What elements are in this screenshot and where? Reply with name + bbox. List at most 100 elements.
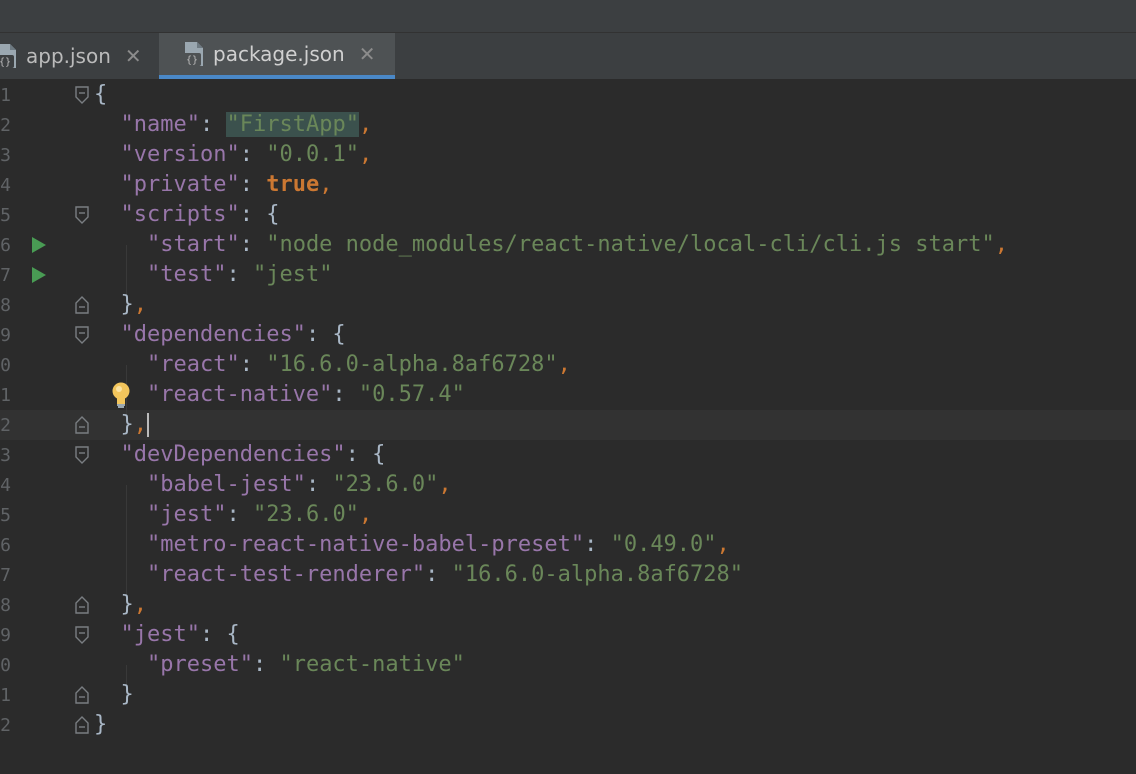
json-string: "23.6.0" bbox=[332, 472, 439, 497]
line-number: 2 bbox=[0, 415, 11, 436]
json-string: "0.57.4" bbox=[358, 382, 465, 407]
line-number: 8 bbox=[0, 295, 11, 316]
json-string: "jest" bbox=[252, 262, 333, 287]
line-number: 1 bbox=[0, 85, 11, 106]
json-key: "name" bbox=[120, 112, 200, 137]
json-string: "0.0.1" bbox=[266, 142, 359, 167]
line-number: 7 bbox=[0, 265, 11, 286]
code-line-10: "react": "16.6.0-alpha.8af6728", bbox=[146, 352, 571, 377]
line-number: 1 bbox=[0, 385, 11, 406]
fold-end-icon[interactable] bbox=[75, 686, 89, 704]
close-icon[interactable]: ✕ bbox=[359, 42, 376, 66]
fold-end-icon[interactable] bbox=[75, 416, 89, 434]
tab-package-json[interactable]: {} package.json ✕ bbox=[159, 33, 395, 79]
line-number: 2 bbox=[0, 715, 11, 736]
json-string: "node node_modules/react-native/local-cl… bbox=[266, 232, 995, 257]
fold-end-icon[interactable] bbox=[75, 596, 89, 614]
close-icon[interactable]: ✕ bbox=[125, 44, 142, 68]
json-string: "16.6.0-alpha.8af6728" bbox=[451, 562, 744, 587]
line-number: 9 bbox=[0, 625, 11, 646]
text-caret bbox=[147, 413, 149, 437]
json-key: "preset" bbox=[146, 652, 253, 677]
code-line-13: "devDependencies": { bbox=[120, 442, 386, 467]
json-key: "metro-react-native-babel-preset" bbox=[146, 532, 585, 557]
run-icon[interactable] bbox=[32, 267, 46, 283]
line-number: 4 bbox=[0, 475, 11, 496]
line-number: 3 bbox=[0, 145, 11, 166]
tab-app-json[interactable]: {} app.json ✕ bbox=[0, 33, 158, 79]
json-key: "version" bbox=[120, 142, 240, 167]
json-string: "0.49.0" bbox=[610, 532, 717, 557]
json-string: "23.6.0" bbox=[252, 502, 359, 527]
fold-expanded-icon[interactable] bbox=[75, 446, 89, 464]
line-number: 0 bbox=[0, 355, 11, 376]
tab-label: app.json bbox=[26, 44, 111, 68]
line-number: 0 bbox=[0, 655, 11, 676]
run-icon[interactable] bbox=[32, 237, 46, 253]
tab-label: package.json bbox=[213, 42, 345, 66]
svg-text:{}: {} bbox=[186, 55, 198, 66]
code-line-16: "metro-react-native-babel-preset": "0.49… bbox=[146, 532, 730, 557]
line-number: 8 bbox=[0, 595, 11, 616]
fold-expanded-icon[interactable] bbox=[75, 86, 89, 104]
json-file-icon: {} bbox=[0, 43, 18, 69]
fold-end-icon[interactable] bbox=[75, 296, 89, 314]
json-key: "react" bbox=[146, 352, 240, 377]
svg-text:{}: {} bbox=[0, 57, 11, 68]
code-line-18: }, bbox=[94, 592, 147, 617]
code-line-2: "name": "FirstApp", bbox=[120, 112, 373, 137]
line-number: 5 bbox=[0, 505, 11, 526]
code-line-15: "jest": "23.6.0", bbox=[146, 502, 373, 527]
code-line-6: "start": "node node_modules/react-native… bbox=[146, 232, 1008, 257]
code-line-1: { bbox=[94, 80, 107, 110]
json-key: "react-native" bbox=[146, 382, 333, 407]
json-key: "babel-jest" bbox=[146, 472, 306, 497]
json-string: "react-native" bbox=[279, 652, 465, 677]
fold-expanded-icon[interactable] bbox=[75, 206, 89, 224]
fold-expanded-icon[interactable] bbox=[75, 626, 89, 644]
json-key: "jest" bbox=[146, 502, 227, 527]
line-number: 6 bbox=[0, 535, 11, 556]
json-key: "scripts" bbox=[120, 202, 240, 227]
line-number: 9 bbox=[0, 325, 11, 346]
fold-end-icon[interactable] bbox=[75, 716, 89, 734]
line-number: 2 bbox=[0, 115, 11, 136]
json-string: "16.6.0-alpha.8af6728" bbox=[266, 352, 558, 377]
code-line-3: "version": "0.0.1", bbox=[120, 142, 373, 167]
json-key: "start" bbox=[146, 232, 240, 257]
code-line-4: "private": true, bbox=[120, 172, 333, 197]
code-line-7: "test": "jest" bbox=[146, 262, 333, 287]
json-key: "dependencies" bbox=[120, 322, 306, 347]
code-line-17: "react-test-renderer": "16.6.0-alpha.8af… bbox=[146, 562, 744, 587]
code-line-9: "dependencies": { bbox=[120, 322, 346, 347]
json-key: "jest" bbox=[120, 622, 200, 647]
code-line-14: "babel-jest": "23.6.0", bbox=[146, 472, 452, 497]
window-toolbar bbox=[0, 0, 1136, 33]
code-line-11: "react-native": "0.57.4" bbox=[146, 382, 465, 407]
fold-expanded-icon[interactable] bbox=[75, 326, 89, 344]
code-line-19: "jest": { bbox=[120, 622, 240, 647]
json-string: "FirstApp" bbox=[226, 112, 359, 137]
code-line-8: }, bbox=[94, 292, 147, 317]
line-number: 3 bbox=[0, 445, 11, 466]
line-number: 4 bbox=[0, 175, 11, 196]
code-line-12: }, bbox=[94, 412, 149, 437]
code-line-5: "scripts": { bbox=[120, 202, 280, 227]
line-number: 1 bbox=[0, 685, 11, 706]
current-line-highlight bbox=[0, 410, 1136, 440]
json-key: "private" bbox=[120, 172, 240, 197]
code-editor[interactable]: 1 2 3 4 5 6 7 8 9 0 1 2 3 4 5 6 7 8 9 0 1 2 { "name": "FirstA… bbox=[0, 80, 1136, 774]
editor-tab-bar: {} app.json ✕ {} package.json ✕ bbox=[0, 33, 1136, 80]
json-key: "devDependencies" bbox=[120, 442, 346, 467]
json-key: "react-test-renderer" bbox=[146, 562, 426, 587]
code-line-20: "preset": "react-native" bbox=[146, 652, 465, 677]
line-number: 6 bbox=[0, 235, 11, 256]
brace: { bbox=[94, 82, 108, 107]
json-key: "test" bbox=[146, 262, 227, 287]
code-line-22: } bbox=[94, 712, 108, 737]
json-file-icon: {} bbox=[183, 41, 205, 67]
line-number: 7 bbox=[0, 565, 11, 586]
code-line-21: } bbox=[94, 682, 134, 707]
line-number: 5 bbox=[0, 205, 11, 226]
json-boolean: true bbox=[266, 172, 320, 197]
